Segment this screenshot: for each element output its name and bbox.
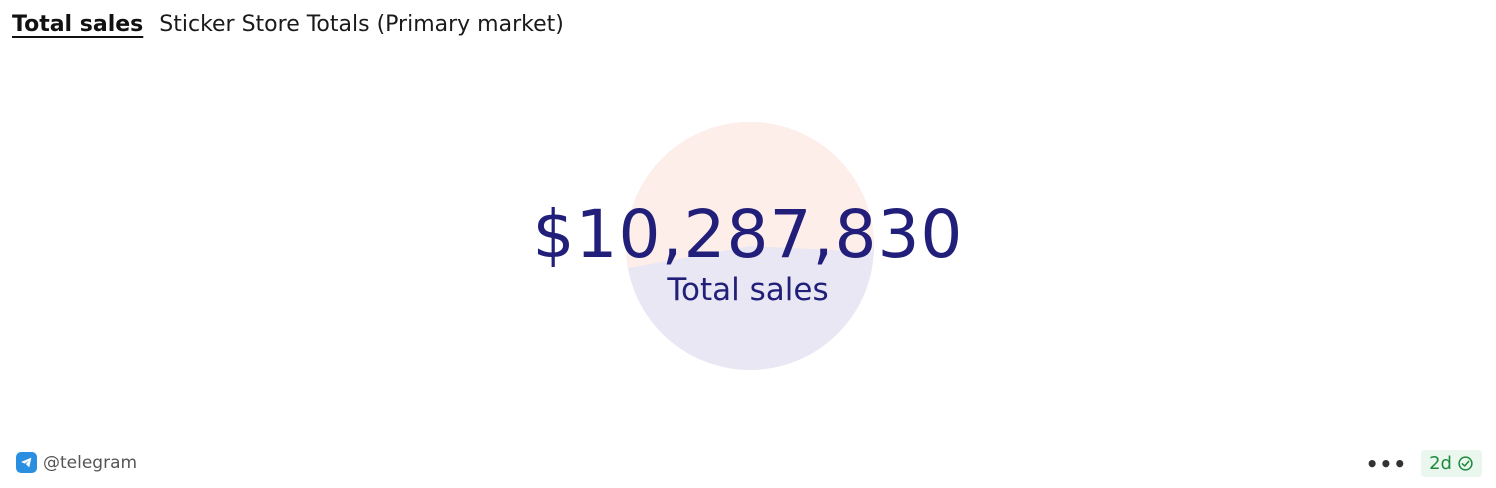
counter-label: Total sales — [667, 272, 829, 308]
footer-actions: ••• 2d — [1366, 450, 1482, 477]
freshness-label: 2d — [1429, 453, 1452, 474]
more-icon[interactable]: ••• — [1366, 454, 1407, 474]
counter-value: $10,287,830 — [532, 196, 964, 273]
header: Total sales Sticker Store Totals (Primar… — [12, 12, 564, 37]
freshness-badge[interactable]: 2d — [1421, 450, 1482, 477]
owner-handle[interactable]: @telegram — [43, 453, 137, 473]
telegram-icon — [16, 452, 37, 473]
counter-visualization: $10,287,830 Total sales — [0, 60, 1496, 440]
check-circle-icon — [1458, 456, 1473, 471]
tab-total-sales[interactable]: Total sales — [12, 12, 143, 37]
query-title: Sticker Store Totals (Primary market) — [159, 12, 564, 37]
owner-info[interactable]: @telegram — [16, 452, 137, 473]
